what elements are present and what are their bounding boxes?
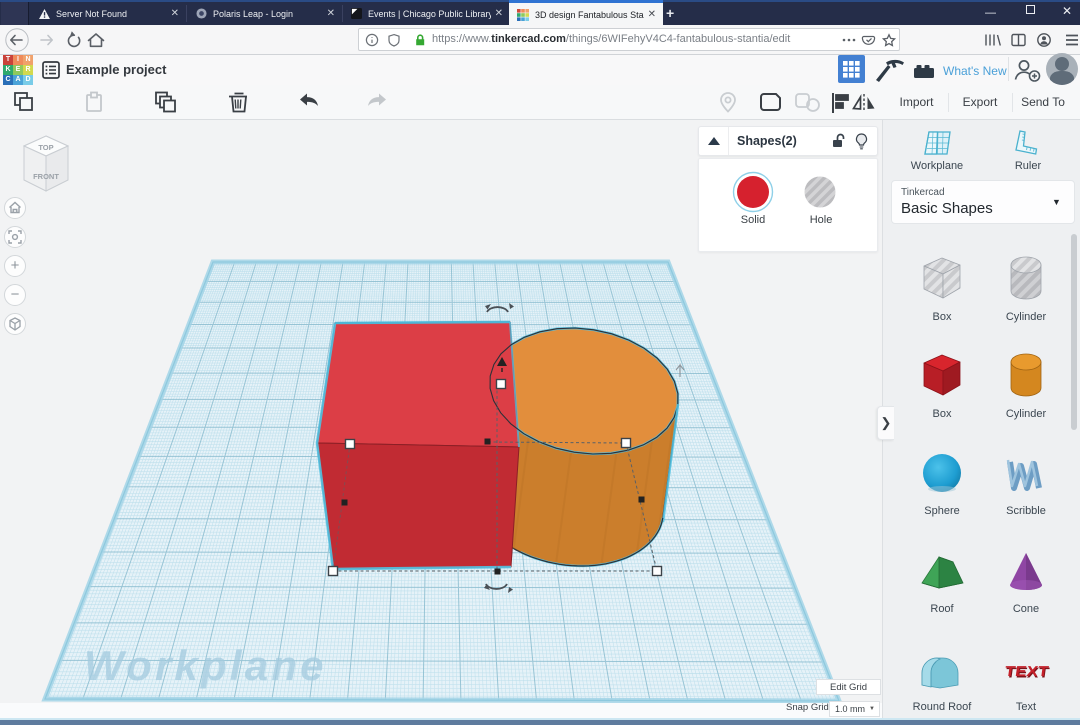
svg-text:Workplane: Workplane (84, 642, 327, 689)
svg-text:TOP: TOP (38, 143, 53, 152)
svg-text:FRONT: FRONT (33, 172, 59, 181)
svg-text:TEXT: TEXT (1004, 664, 1050, 680)
